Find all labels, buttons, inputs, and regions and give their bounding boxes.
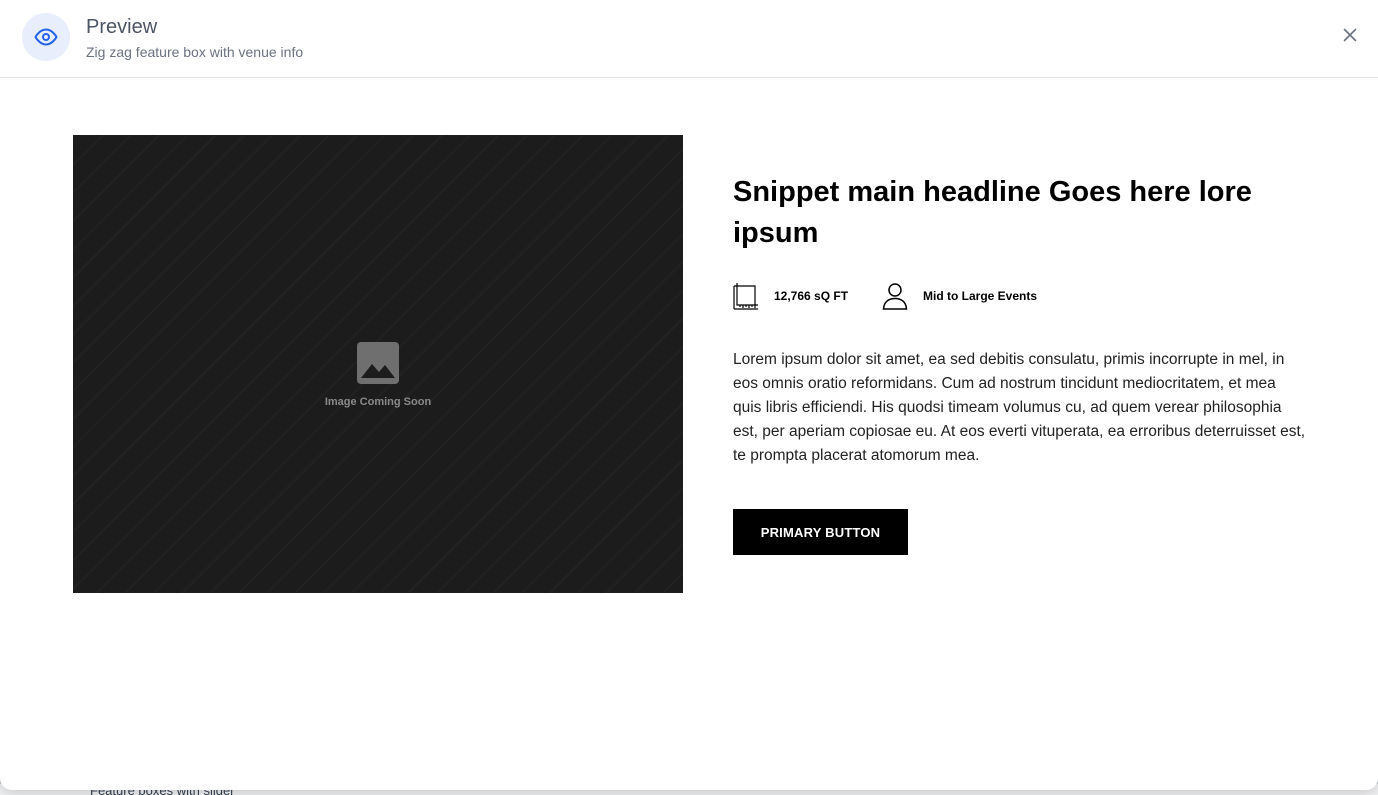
modal-title: Preview: [86, 16, 158, 38]
image-icon: [357, 342, 399, 384]
feature-capacity: Mid to Large Events: [882, 281, 1037, 311]
snippet-headline: Snippet main headline Goes here lore ips…: [733, 176, 1252, 249]
close-button[interactable]: [1338, 23, 1362, 47]
modal-subtitle: Zig zag feature box with venue info: [86, 44, 304, 60]
preview-modal: Preview Zig zag feature box with venue i…: [0, 0, 1378, 790]
floor-area-icon: [733, 283, 758, 310]
image-placeholder-label: Image Coming Soon: [324, 396, 432, 408]
feature-capacity-label: Mid to Large Events: [923, 289, 1038, 303]
feature-area: 12,766 sQ FT: [733, 281, 848, 311]
close-icon: [1343, 28, 1357, 42]
feature-image-placeholder: Image Coming Soon: [73, 135, 683, 593]
feature-area-label: 12,766 sQ FT: [774, 289, 849, 303]
primary-button[interactable]: PRIMARY BUTTON: [733, 509, 908, 555]
eye-icon: [22, 13, 70, 61]
snippet-body-text: Lorem ipsum dolor sit amet, ea sed debit…: [733, 351, 1306, 464]
modal-header: Preview Zig zag feature box with venue i…: [0, 0, 1378, 78]
person-icon: [882, 283, 908, 310]
